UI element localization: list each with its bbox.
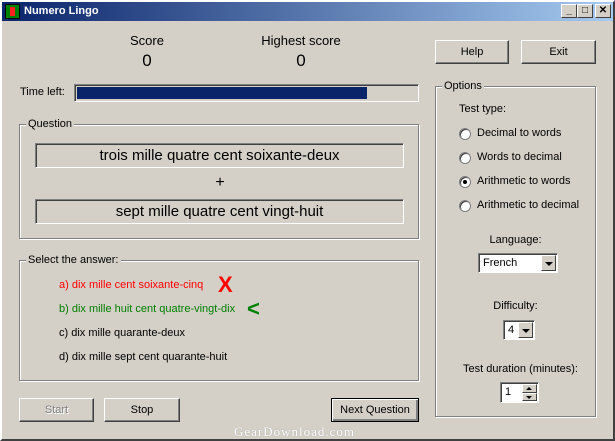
- score-value: 0: [142, 51, 152, 70]
- spinner-down-icon[interactable]: [522, 392, 537, 401]
- language-label: Language:: [489, 234, 542, 246]
- radio-label: Words to decimal: [477, 151, 562, 163]
- language-select[interactable]: French: [478, 253, 558, 273]
- answer-option-d[interactable]: d) dix mille sept cent quarante-huit: [59, 351, 227, 363]
- maximize-icon: □: [581, 5, 589, 16]
- answer-option-b[interactable]: b) dix mille huit cent quatre-vingt-dix: [59, 303, 235, 315]
- language-value: French: [483, 257, 518, 269]
- chevron-down-icon[interactable]: [518, 322, 533, 338]
- title-bar[interactable]: Numero Lingo _ □ ✕: [2, 2, 613, 21]
- minimize-button[interactable]: _: [561, 4, 577, 18]
- exit-button[interactable]: Exit: [521, 40, 596, 64]
- radio-label: Arithmetic to words: [477, 175, 571, 187]
- difficulty-select[interactable]: 4: [503, 320, 535, 340]
- test-type-label: Test type:: [459, 103, 507, 115]
- time-left-progress: [74, 84, 419, 102]
- question-operand-1: trois mille quatre cent soixante-deux: [35, 143, 404, 168]
- radio-label: Decimal to words: [477, 127, 562, 139]
- time-left-label: Time left:: [20, 86, 65, 98]
- answer-option-c[interactable]: c) dix mille quarante-deux: [59, 327, 185, 339]
- wrong-answer-x-icon: X: [218, 272, 233, 297]
- duration-spinner[interactable]: 1: [500, 382, 539, 403]
- radio-arithmetic-to-decimal[interactable]: Arithmetic to decimal: [459, 199, 589, 213]
- window-title: Numero Lingo: [24, 5, 99, 17]
- radio-decimal-to-words[interactable]: Decimal to words: [459, 127, 589, 141]
- stop-button[interactable]: Stop: [104, 398, 180, 422]
- time-left-fill: [77, 87, 367, 99]
- help-button[interactable]: Help: [435, 40, 509, 64]
- radio-arithmetic-to-words[interactable]: Arithmetic to words: [459, 175, 589, 189]
- answer-option-a[interactable]: a) dix mille cent soixante-cinq: [59, 279, 203, 291]
- radio-button[interactable]: [459, 128, 471, 140]
- chevron-down-icon[interactable]: [541, 255, 556, 271]
- close-button[interactable]: ✕: [595, 4, 611, 18]
- difficulty-value: 4: [508, 324, 515, 336]
- options-group-label: Options: [442, 80, 484, 92]
- radio-words-to-decimal[interactable]: Words to decimal: [459, 151, 589, 165]
- start-button[interactable]: Start: [19, 398, 94, 422]
- correct-answer-arrow-icon: <: [247, 296, 260, 321]
- duration-label: Test duration (minutes):: [463, 363, 578, 375]
- app-logo-icon: [5, 4, 20, 19]
- question-group-label: Question: [26, 118, 75, 130]
- radio-button[interactable]: [459, 176, 471, 188]
- radio-label: Arithmetic to decimal: [477, 199, 580, 211]
- highest-score-label: Highest score: [261, 33, 341, 48]
- highest-score-value: 0: [296, 51, 306, 70]
- answers-group-label: Select the answer:: [26, 254, 121, 266]
- next-question-button[interactable]: Next Question: [331, 398, 419, 422]
- spinner-up-icon[interactable]: [522, 384, 537, 393]
- radio-button[interactable]: [459, 200, 471, 212]
- question-operator: +: [215, 174, 225, 191]
- close-icon: ✕: [598, 5, 608, 16]
- spinner-arrows[interactable]: [522, 384, 537, 401]
- score-label: Score: [130, 33, 164, 48]
- maximize-button[interactable]: □: [577, 4, 593, 18]
- watermark: GearDownload.com: [234, 424, 356, 439]
- radio-button[interactable]: [459, 152, 471, 164]
- minimize-icon: _: [566, 5, 572, 16]
- duration-value: 1: [505, 386, 512, 398]
- question-operand-2: sept mille quatre cent vingt-huit: [35, 199, 404, 224]
- difficulty-label: Difficulty:: [493, 300, 538, 312]
